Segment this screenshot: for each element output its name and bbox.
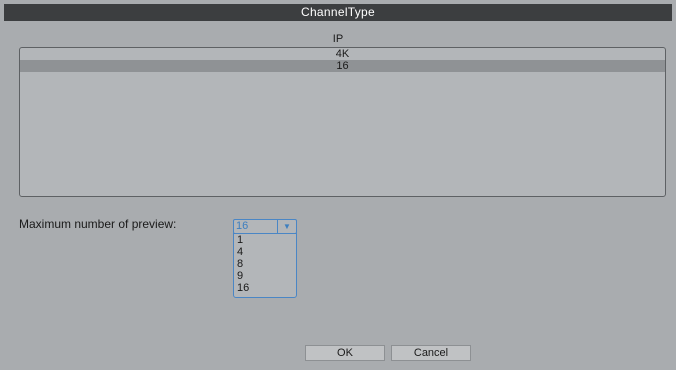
chevron-down-icon[interactable]: ▼ xyxy=(277,220,296,233)
channel-type-list[interactable]: 4K 16 xyxy=(19,47,666,197)
dropdown-option-1[interactable]: 1 xyxy=(234,234,296,246)
dropdown-option-9[interactable]: 9 xyxy=(234,270,296,282)
max-preview-select[interactable]: 16 ▼ xyxy=(233,219,297,234)
list-header: IP xyxy=(332,33,344,45)
channel-type-dialog: IP 4K 16 Maximum number of preview: 16 ▼… xyxy=(4,21,672,366)
dropdown-option-16[interactable]: 16 xyxy=(234,282,296,294)
list-item-16[interactable]: 16 xyxy=(20,60,665,72)
window-title: ChannelType xyxy=(4,4,672,21)
ok-button[interactable]: OK xyxy=(305,345,385,361)
dropdown-option-4[interactable]: 4 xyxy=(234,246,296,258)
list-item-4k[interactable]: 4K xyxy=(20,48,665,60)
cancel-button[interactable]: Cancel xyxy=(391,345,471,361)
max-preview-selected-value: 16 xyxy=(236,220,249,232)
max-preview-label: Maximum number of preview: xyxy=(19,217,177,231)
max-preview-dropdown: 1 4 8 9 16 xyxy=(233,233,297,298)
dropdown-option-8[interactable]: 8 xyxy=(234,258,296,270)
